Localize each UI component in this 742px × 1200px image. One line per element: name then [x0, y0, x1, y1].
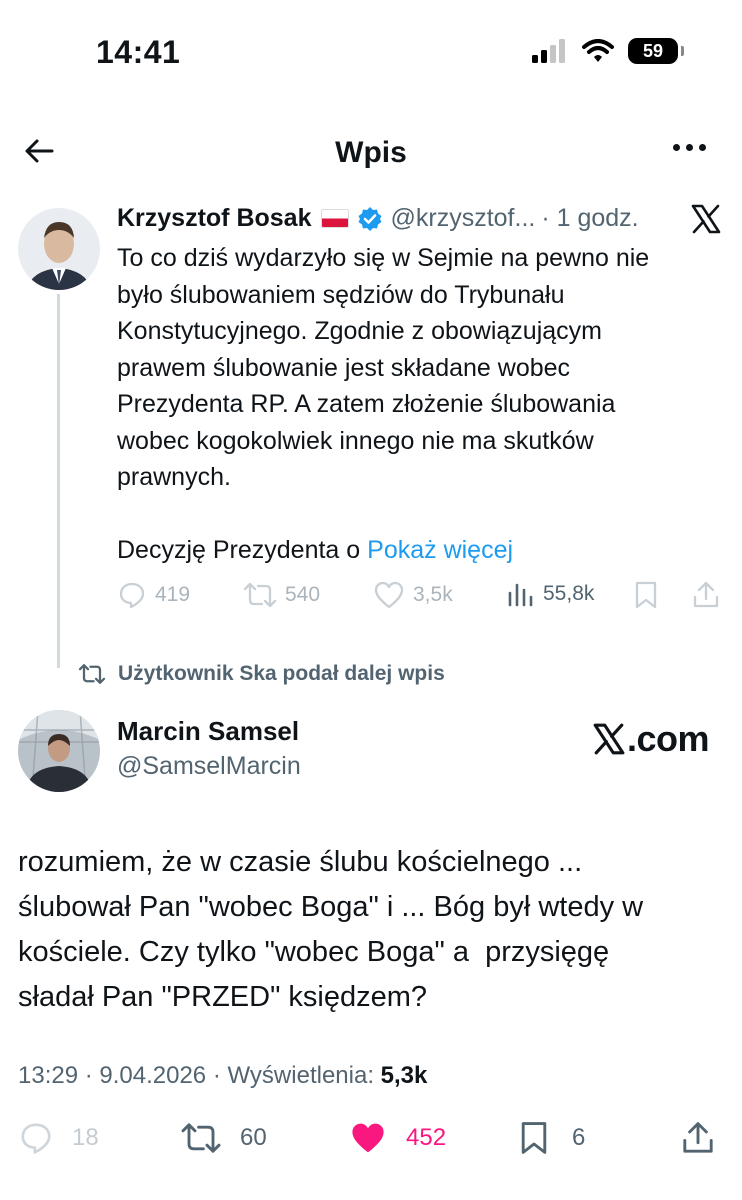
tweet-line: To co dziś wydarzyło się w Sejmie na pew…: [117, 244, 650, 272]
bookmark-button[interactable]: 6: [518, 1120, 585, 1156]
tweet-line: rozumiem, że w czasie ślubu kościelnego …: [18, 846, 583, 878]
like-count: 452: [406, 1124, 447, 1151]
tweet-header: Krzysztof Bosak @krzysztof... · 1 godz.: [117, 204, 639, 233]
views-count[interactable]: 5,3k: [381, 1062, 428, 1089]
reply-count: 18: [72, 1124, 99, 1151]
bookmark-icon: [521, 1122, 547, 1154]
tweet-line: prawem ślubowanie jest składane wobec: [117, 353, 571, 382]
tweet-line: sładał Pan "PRZED" księdzem?: [18, 981, 428, 1013]
repost-button[interactable]: 540: [243, 580, 320, 610]
tweet-timestamp[interactable]: 13:29 · 9.04.2026 · Wyświetlenia:: [18, 1062, 374, 1089]
share-icon: [693, 581, 719, 608]
bookmark-button[interactable]: [633, 580, 659, 610]
author-name[interactable]: Marcin Samsel: [117, 716, 299, 747]
avatar[interactable]: [18, 208, 100, 290]
repost-count: 60: [240, 1124, 267, 1151]
signal-icon: [532, 39, 565, 63]
views-count: 55,8k: [543, 582, 595, 605]
page-title: Wpis: [335, 136, 407, 169]
status-icons: 59: [532, 38, 684, 64]
reply-icon: [21, 1123, 51, 1154]
tweet-actions: 419 540 3,5k 55,8k: [117, 580, 727, 616]
tweet-line: Decyzję Prezydenta o: [117, 536, 361, 564]
tweet-line: było ślubowaniem sędziów do Trybunału: [117, 280, 565, 309]
show-more-link[interactable]: Pokaż więcej: [367, 536, 513, 564]
xcom-watermark: .com: [592, 718, 710, 760]
polish-flag-icon: [320, 209, 349, 228]
battery-icon: 59: [628, 38, 684, 64]
tweet-line: wobec kogokolwiek innego nie ma skutków: [117, 426, 594, 455]
repost-count: 540: [285, 583, 321, 606]
tweet-text: To co dziś wydarzyło się w Sejmie na pew…: [117, 240, 717, 569]
heart-icon: [374, 581, 404, 609]
tweet-line: Konstytucyjnego. Zgodnie z obowiązującym: [117, 317, 602, 345]
x-logo-icon: [593, 723, 625, 755]
like-count: 3,5k: [413, 583, 453, 606]
thread-line: [57, 294, 60, 668]
tweet-text: rozumiem, że w czasie ślubu kościelnego …: [18, 840, 724, 1020]
repost-button[interactable]: 60: [180, 1120, 267, 1156]
tweet-actions: 18 60 452 6: [18, 1120, 728, 1164]
heart-filled-icon: [352, 1123, 384, 1153]
avatar[interactable]: [18, 710, 100, 792]
tweet-time: · 1 godz.: [541, 204, 639, 232]
bookmark-icon: [635, 581, 657, 609]
tweet-line: kościele. Czy tylko "wobec Boga" a przys…: [18, 936, 610, 968]
author-name[interactable]: Krzysztof Bosak: [117, 204, 312, 233]
reply-icon: [119, 582, 145, 609]
bookmark-count: 6: [572, 1124, 586, 1151]
tweet-line: prawnych.: [117, 463, 231, 491]
share-button[interactable]: [680, 1120, 716, 1156]
like-button[interactable]: 3,5k: [373, 580, 453, 610]
watermark-text: .com: [627, 718, 710, 759]
tweet-line: ślubował Pan "wobec Boga" i ... Bóg był …: [18, 891, 644, 923]
reply-button[interactable]: 18: [18, 1120, 99, 1156]
top-nav: Wpis: [0, 120, 742, 184]
share-button[interactable]: [691, 580, 721, 610]
tweet-meta: 13:29 · 9.04.2026 · Wyświetlenia: 5,3k: [18, 1062, 427, 1090]
status-time: 14:41: [96, 34, 181, 70]
wifi-icon: [582, 39, 614, 62]
reply-button[interactable]: 419: [117, 580, 190, 610]
repost-icon: [243, 582, 277, 608]
x-logo-icon: [690, 203, 722, 240]
author-handle[interactable]: @SamselMarcin: [117, 752, 301, 781]
share-icon: [683, 1122, 713, 1153]
repost-label: Użytkownik Ska podał dalej wpis: [78, 662, 445, 686]
repost-icon: [181, 1123, 221, 1153]
repost-icon: [78, 664, 106, 684]
reply-count: 419: [155, 583, 191, 606]
like-button[interactable]: 452: [348, 1120, 446, 1156]
author-handle[interactable]: @krzysztof...: [391, 204, 536, 233]
views-button[interactable]: 55,8k: [507, 580, 594, 608]
repost-label-text[interactable]: Użytkownik Ska podał dalej wpis: [118, 662, 445, 686]
verified-badge-icon: [358, 206, 381, 231]
more-icon[interactable]: [673, 144, 706, 151]
views-icon: [508, 583, 533, 607]
tweet-line: Prezydenta RP. A zatem złożenie ślubowan…: [117, 390, 616, 418]
